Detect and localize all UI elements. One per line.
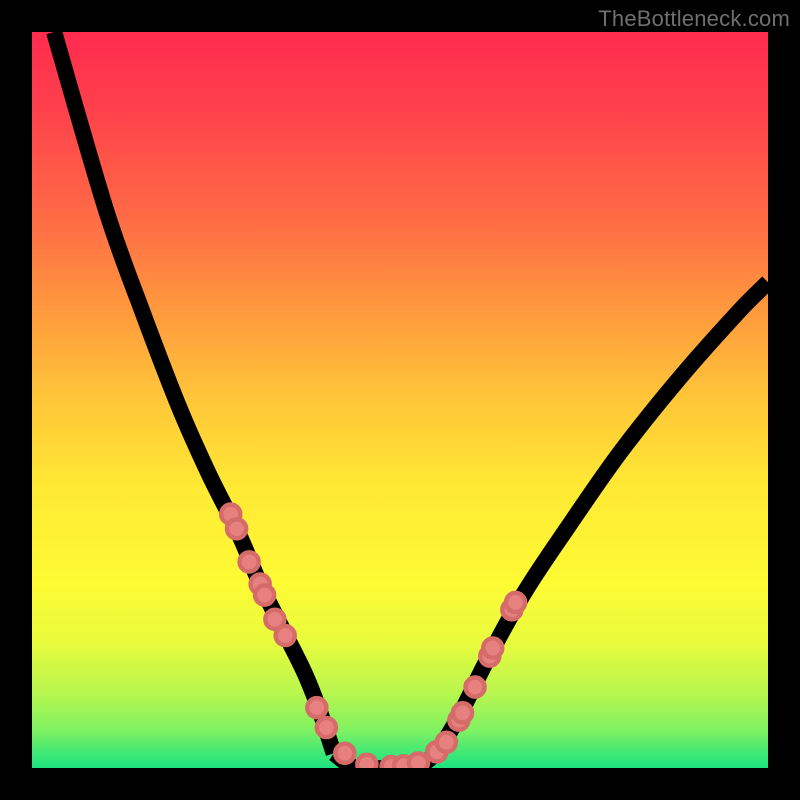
curve-right-branch [437,282,768,753]
sample-dot [240,552,259,571]
sample-dot [466,677,485,696]
sample-dot [453,703,472,722]
sample-dot [227,519,246,538]
chart-frame: TheBottleneck.com [0,0,800,800]
sample-dot [506,593,525,612]
plot-area [32,32,768,768]
chart-overlay [32,32,768,768]
sample-dot [409,753,428,768]
watermark-text: TheBottleneck.com [598,6,790,32]
sample-dot [276,626,295,645]
sample-dot [483,638,502,657]
sample-dot [255,585,274,604]
sample-dot [307,698,326,717]
sample-dot [317,718,336,737]
sample-dot [357,755,376,768]
sample-dots-group [221,505,525,768]
sample-dot [335,744,354,763]
sample-dot [437,733,456,752]
